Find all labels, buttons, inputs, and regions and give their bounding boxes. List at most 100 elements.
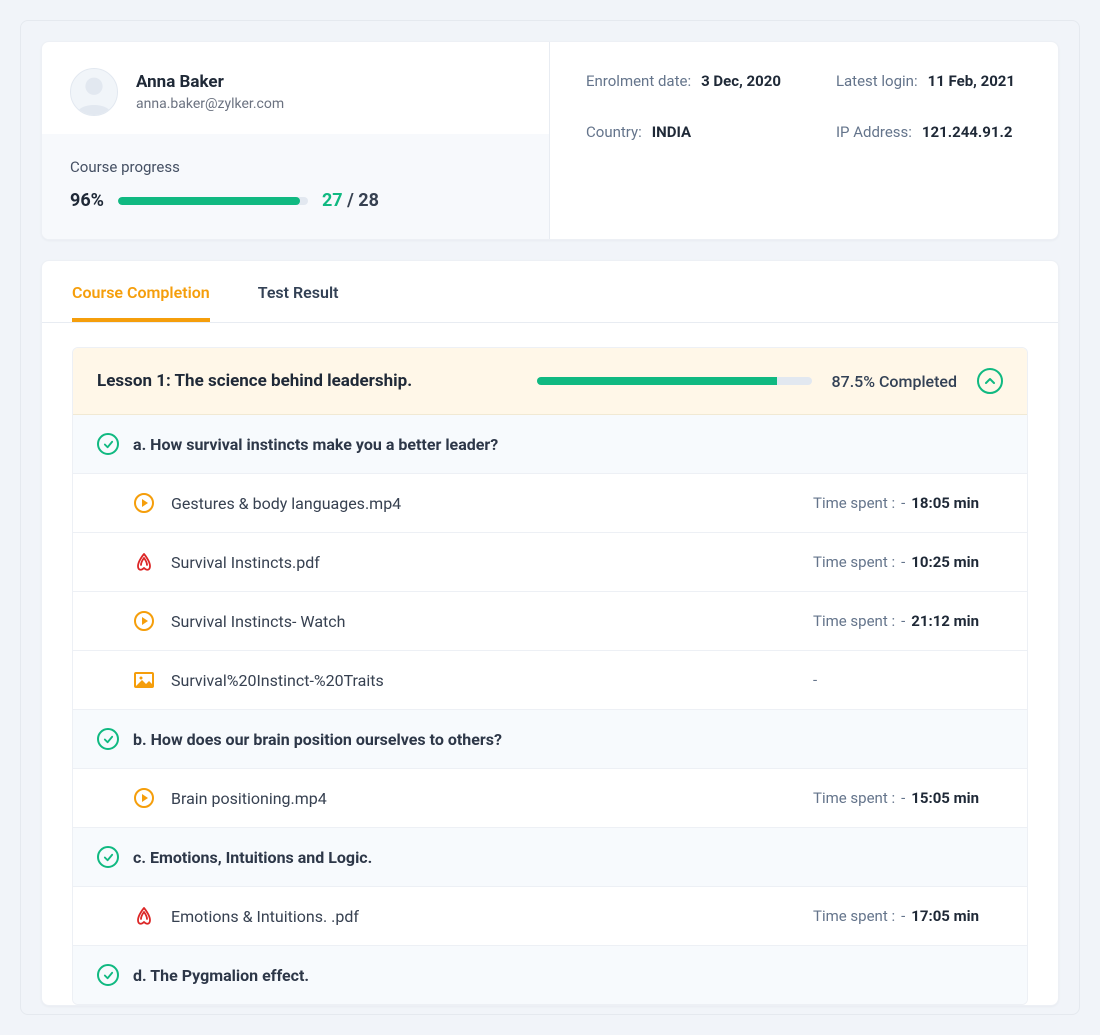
enrolment-date: Enrolment date: 3 Dec, 2020 [586, 70, 781, 93]
time-spent: Time spent :-15:05 min [813, 789, 1003, 807]
image-icon [133, 669, 155, 691]
time-spent-dash: - [901, 907, 905, 925]
file-type-icon [133, 669, 155, 691]
lesson-progress: 87.5% Completed [537, 372, 957, 391]
pdf-icon [133, 905, 155, 927]
course-progress-fill [118, 197, 300, 205]
sections-container: a. How survival instincts make you a bet… [73, 415, 1027, 1004]
ip-address-value: 121.244.91.2 [922, 121, 1013, 144]
ip-address: IP Address: 121.244.91.2 [836, 121, 1022, 144]
course-progress-total: 28 [358, 190, 379, 211]
time-spent: - [813, 671, 1003, 689]
check-circle-icon [97, 728, 119, 750]
tabs: Course Completion Test Result [42, 261, 1058, 323]
file-type-icon [133, 551, 155, 573]
lesson-title: Lesson 1: The science behind leadership. [97, 371, 517, 391]
ip-address-label: IP Address: [836, 121, 912, 144]
latest-login: Latest login: 11 Feb, 2021 [836, 70, 1022, 93]
course-progress-counter: 27 / 28 [322, 190, 379, 211]
time-spent: Time spent :-10:25 min [813, 553, 1003, 571]
resource-row[interactable]: Brain positioning.mp4 Time spent :-15:05 … [73, 769, 1027, 828]
section-header[interactable]: a. How survival instincts make you a bet… [73, 415, 1027, 474]
avatar-placeholder-icon [71, 69, 117, 115]
file-name: Gestures & body languages.mp4 [171, 494, 797, 513]
time-spent-dash: - [901, 553, 905, 571]
file-name: Brain positioning.mp4 [171, 789, 797, 808]
latest-login-label: Latest login: [836, 70, 918, 93]
lesson-collapse-button[interactable] [977, 368, 1003, 394]
page-container: Anna Baker anna.baker@zylker.com Course … [20, 20, 1080, 1015]
time-spent-label: Time spent : [813, 907, 895, 925]
time-spent-value: 21:12 min [911, 612, 979, 630]
course-progress-percent: 96% [70, 190, 104, 211]
resource-row[interactable]: Survival Instincts- Watch Time spent :-21… [73, 592, 1027, 651]
section-title: c. Emotions, Intuitions and Logic. [133, 848, 372, 867]
resource-row[interactable]: Emotions & Intuitions. .pdf Time spent :-… [73, 887, 1027, 946]
user-meta-column: Enrolment date: 3 Dec, 2020 Latest login… [550, 42, 1058, 239]
file-name: Survival Instincts- Watch [171, 612, 797, 631]
pdf-icon [133, 551, 155, 573]
section-header[interactable]: b. How does our brain position ourselves… [73, 710, 1027, 769]
country-value: INDIA [652, 121, 691, 144]
section-header[interactable]: d. The Pygmalion effect. [73, 946, 1027, 1004]
enrolment-date-label: Enrolment date: [586, 70, 691, 93]
resource-row[interactable]: Gestures & body languages.mp4 Time spent … [73, 474, 1027, 533]
user-summary-card: Anna Baker anna.baker@zylker.com Course … [41, 41, 1059, 240]
file-type-icon [133, 787, 155, 809]
check-circle-icon [97, 846, 119, 868]
tab-test-result[interactable]: Test Result [258, 261, 339, 322]
file-type-icon [133, 905, 155, 927]
file-name: Survival Instincts.pdf [171, 553, 797, 572]
resource-row[interactable]: Survival Instincts.pdf Time spent :-10:25… [73, 533, 1027, 592]
time-spent: Time spent :-17:05 min [813, 907, 1003, 925]
file-type-icon [133, 610, 155, 632]
play-circle-icon [133, 492, 155, 514]
time-spent-label: Time spent : [813, 553, 895, 571]
lesson-progress-text: 87.5% Completed [832, 372, 958, 391]
avatar [70, 68, 118, 116]
play-circle-icon [133, 610, 155, 632]
user-email: anna.baker@zylker.com [136, 96, 284, 112]
time-spent-value: 18:05 min [911, 494, 979, 512]
user-identity: Anna Baker anna.baker@zylker.com [42, 42, 549, 134]
time-spent-value: 15:05 min [911, 789, 979, 807]
time-spent-label: Time spent : [813, 494, 895, 512]
section-header[interactable]: c. Emotions, Intuitions and Logic. [73, 828, 1027, 887]
user-name: Anna Baker [136, 72, 284, 92]
lesson-progress-bar [537, 377, 812, 385]
resource-row[interactable]: Survival%20Instinct-%20Traits- [73, 651, 1027, 710]
content-card: Course Completion Test Result Lesson 1: … [41, 260, 1059, 1006]
course-progress-bar [118, 197, 308, 205]
user-meta-grid: Enrolment date: 3 Dec, 2020 Latest login… [586, 70, 1022, 143]
time-spent: Time spent :-18:05 min [813, 494, 1003, 512]
course-progress-box: Course progress 96% 27 / 28 [42, 134, 549, 239]
time-spent-dash: - [813, 671, 817, 689]
country: Country: INDIA [586, 121, 781, 144]
time-spent-value: 10:25 min [911, 553, 979, 571]
course-progress-current: 27 [322, 190, 343, 211]
check-circle-icon [97, 964, 119, 986]
time-spent: Time spent :-21:12 min [813, 612, 1003, 630]
latest-login-value: 11 Feb, 2021 [928, 70, 1015, 93]
section-title: a. How survival instincts make you a bet… [133, 435, 498, 454]
time-spent-value: 17:05 min [911, 907, 979, 925]
lesson-header: Lesson 1: The science behind leadership.… [73, 348, 1027, 415]
lesson-panel: Lesson 1: The science behind leadership.… [72, 347, 1028, 1005]
course-progress-row: 96% 27 / 28 [70, 190, 521, 211]
time-spent-dash: - [901, 789, 905, 807]
file-name: Survival%20Instinct-%20Traits [171, 671, 797, 690]
section-title: d. The Pygmalion effect. [133, 966, 309, 985]
tab-course-completion[interactable]: Course Completion [72, 261, 210, 322]
time-spent-label: Time spent : [813, 612, 895, 630]
file-name: Emotions & Intuitions. .pdf [171, 907, 797, 926]
time-spent-dash: - [901, 494, 905, 512]
chevron-up-icon [984, 375, 996, 387]
enrolment-date-value: 3 Dec, 2020 [701, 70, 781, 93]
country-label: Country: [586, 121, 642, 144]
time-spent-label: Time spent : [813, 789, 895, 807]
file-type-icon [133, 492, 155, 514]
user-left-column: Anna Baker anna.baker@zylker.com Course … [42, 42, 550, 239]
course-progress-sep: / [343, 190, 359, 211]
check-circle-icon [97, 433, 119, 455]
section-title: b. How does our brain position ourselves… [133, 730, 502, 749]
